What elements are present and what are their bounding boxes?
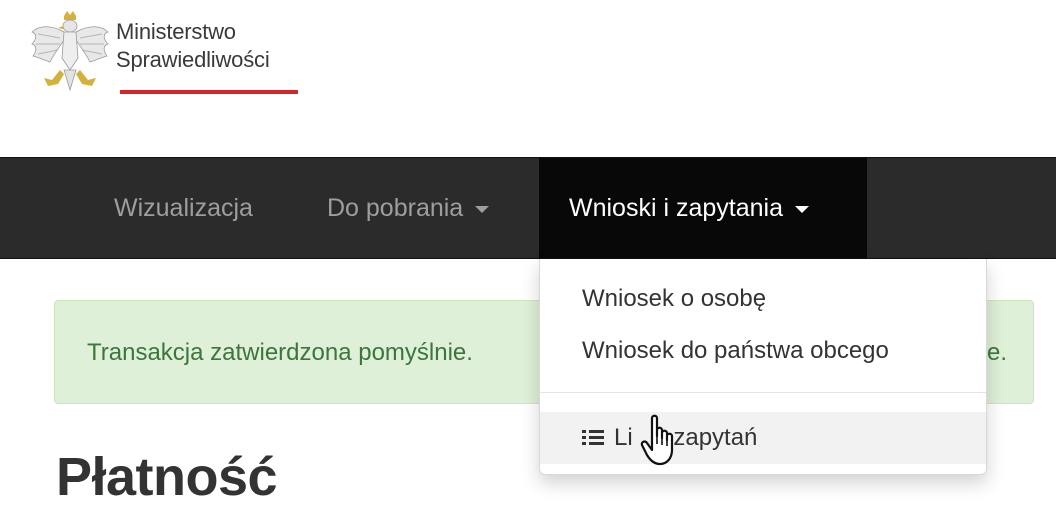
dropdown-divider [540,392,986,393]
requests-dropdown-menu: Wniosek o osobę Wniosek do państwa obceg… [539,259,987,475]
nav-item-label: Do pobrania [327,193,464,222]
hand-pointer-cursor-icon [640,414,674,466]
nav-item-do-pobrania[interactable]: Do pobrania [327,158,490,258]
dropdown-item-wniosek-do-panstwa-obcego[interactable]: Wniosek do państwa obcego [540,331,986,371]
page-title: Płatność [56,447,278,507]
logo-underline [120,90,298,94]
ministry-logo[interactable]: Ministerstwo Sprawiedliwości [30,10,320,100]
dropdown-item-lista-zapytan[interactable]: Li zapytań [540,412,986,464]
alert-message-tail: e. [987,339,1008,366]
caret-down-icon [475,206,490,213]
ministry-name-line2: Sprawiedliwości [116,47,270,72]
alert-message: Transakcja zatwierdzona pomyślnie. [87,339,473,366]
nav-item-label: Wnioski i zapytania [569,193,783,222]
list-icon [582,429,604,447]
ministry-name-line1: Ministerstwo [116,19,236,44]
nav-item-wnioski-i-zapytania[interactable]: Wnioski i zapytania [539,158,867,258]
dropdown-item-wniosek-o-osobe[interactable]: Wniosek o osobę [540,279,986,319]
dropdown-item-label: Wniosek o osobę [582,285,767,312]
nav-item-wizualizacja[interactable]: Wizualizacja [114,158,253,258]
dropdown-item-label: Wniosek do państwa obcego [582,337,889,364]
nav-item-label: Wizualizacja [114,193,253,222]
dropdown-item-label: Li zapytań [614,424,758,451]
eagle-emblem-icon [31,11,109,92]
caret-down-icon [794,206,809,213]
main-navbar: Wizualizacja Do pobrania Wnioski i zapyt… [0,157,1056,259]
ministry-name: Ministerstwo Sprawiedliwości [116,18,270,74]
site-header: Ministerstwo Sprawiedliwości [0,0,1056,157]
